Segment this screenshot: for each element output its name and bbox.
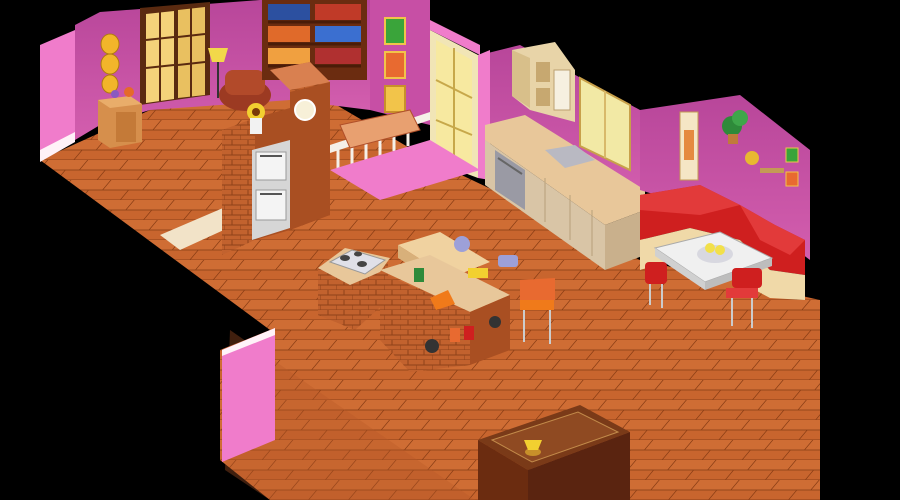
wall-pictures xyxy=(384,17,406,113)
isometric-home-scene xyxy=(0,0,900,500)
gold-plates xyxy=(100,33,120,94)
french-doors[interactable] xyxy=(140,2,210,105)
hanging-scroll xyxy=(679,111,699,181)
wall-ovens[interactable] xyxy=(252,140,290,240)
